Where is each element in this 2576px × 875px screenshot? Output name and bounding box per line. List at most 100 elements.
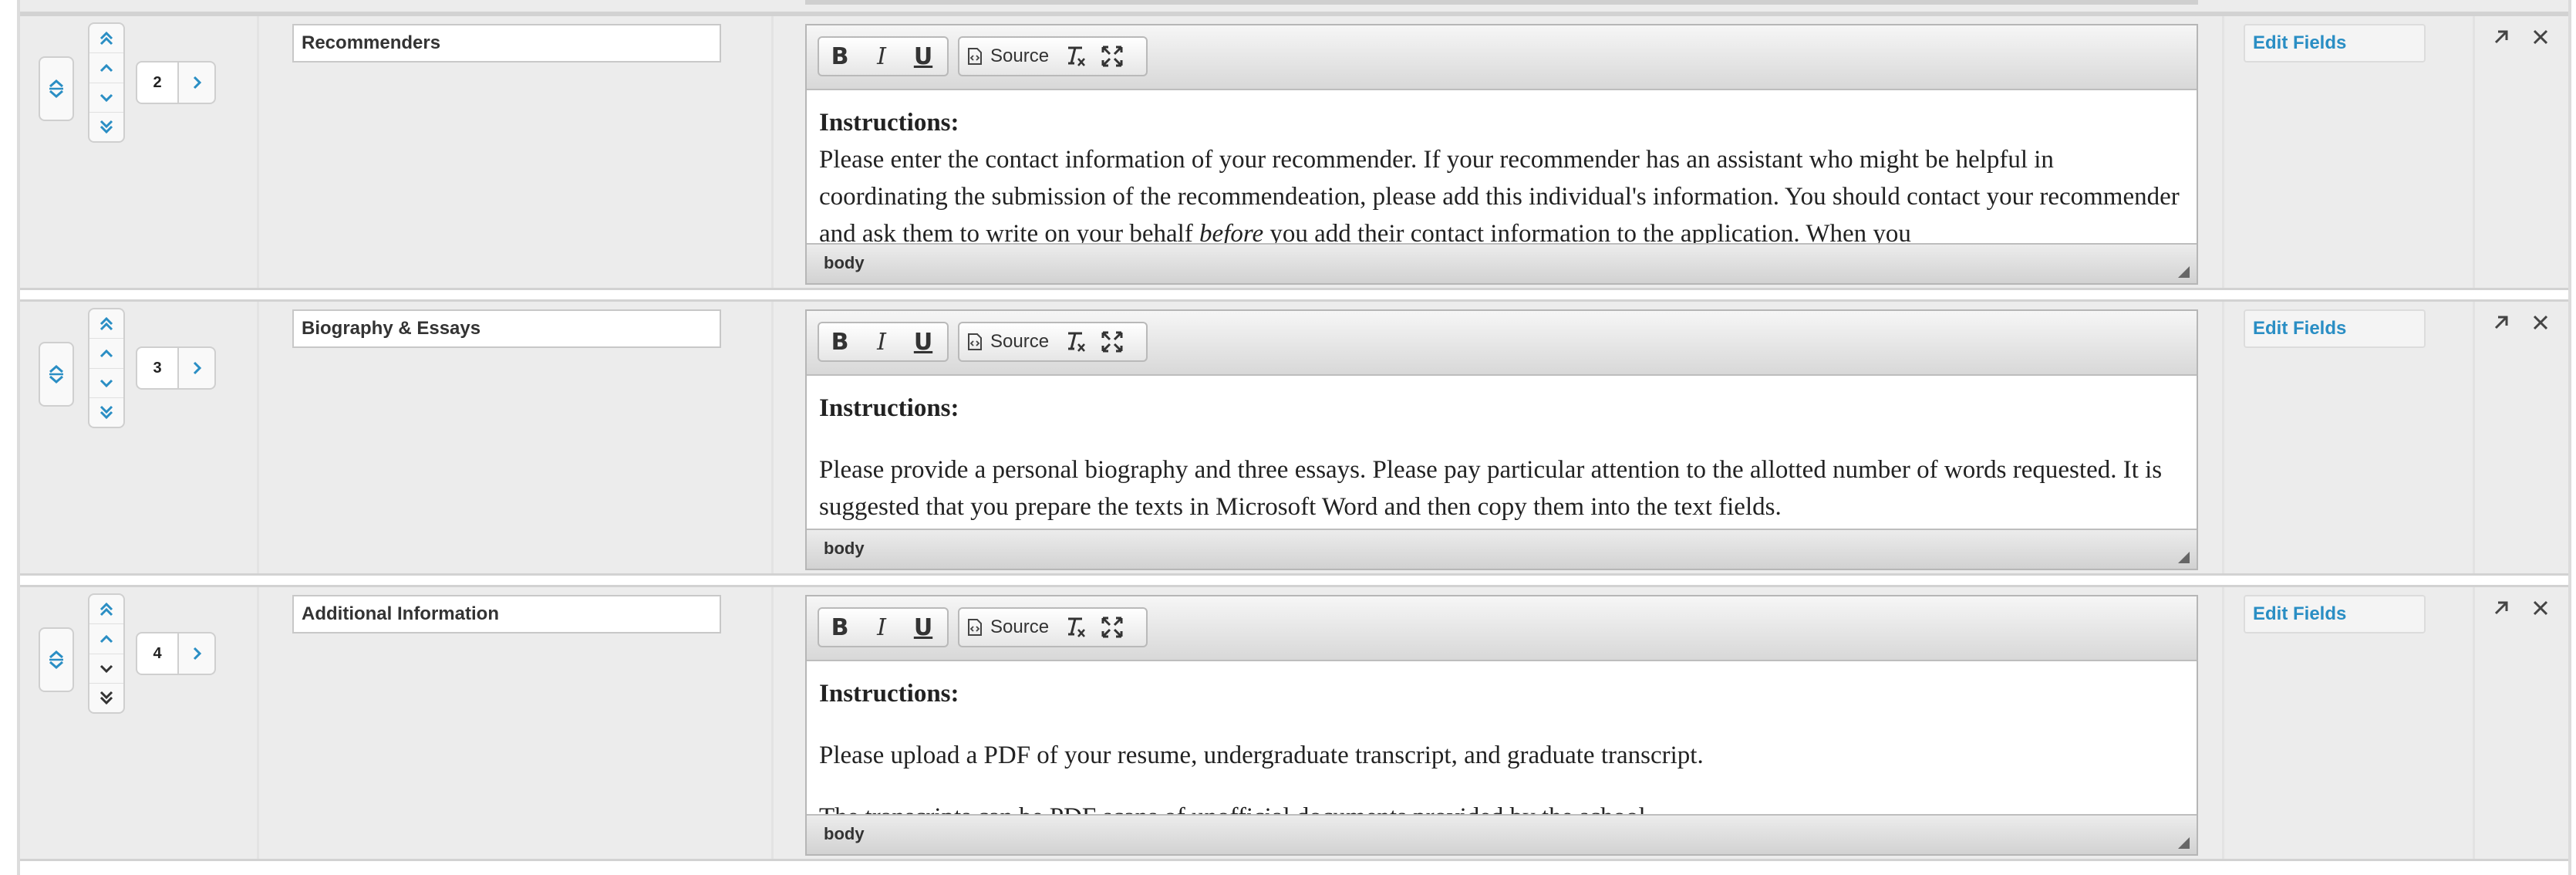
italic-button[interactable]: I xyxy=(861,610,902,644)
resize-grip-icon[interactable] xyxy=(2176,550,2190,564)
source-label: Source xyxy=(990,46,1050,66)
row-actions-cell xyxy=(2477,302,2568,573)
underline-button[interactable]: U xyxy=(902,39,944,73)
element-path-bar: body xyxy=(807,529,2197,569)
element-path-bar: body xyxy=(807,814,2197,854)
chevron-right-icon[interactable] xyxy=(177,61,216,104)
remove-format-icon[interactable] xyxy=(1057,610,1094,644)
maximize-icon[interactable] xyxy=(1094,39,1131,73)
close-icon[interactable] xyxy=(2531,28,2550,50)
external-link-icon[interactable] xyxy=(2491,312,2511,336)
basic-styles-group: B I U xyxy=(818,36,949,76)
italic-button[interactable]: I xyxy=(861,325,902,359)
external-link-icon[interactable] xyxy=(2491,27,2511,51)
section-name-cell xyxy=(261,587,774,859)
chevron-down-icon[interactable] xyxy=(89,654,123,684)
reorder-buttons xyxy=(88,308,125,428)
bold-button[interactable]: B xyxy=(819,325,861,359)
content-paragraph: The transcripts can be PDF scans of unof… xyxy=(819,799,2184,814)
close-icon[interactable] xyxy=(2531,599,2550,621)
maximize-icon[interactable] xyxy=(1094,325,1131,359)
edit-fields-button[interactable]: Edit Fields xyxy=(2244,24,2426,62)
section-name-input[interactable] xyxy=(292,309,721,348)
move-vertical-icon[interactable] xyxy=(39,627,74,692)
chevron-double-up-icon[interactable] xyxy=(89,309,123,340)
content-heading: Instructions: xyxy=(819,394,959,422)
editor-cell: B I U Source Instructions: Please provid… xyxy=(776,302,2224,573)
element-path-body[interactable]: body xyxy=(824,824,865,843)
source-icon xyxy=(968,333,982,350)
chevron-double-down-icon[interactable] xyxy=(89,398,123,427)
section-name-input[interactable] xyxy=(292,595,721,633)
resize-grip-icon[interactable] xyxy=(2176,836,2190,850)
bold-button[interactable]: B xyxy=(819,610,861,644)
document-tools-group: Source xyxy=(958,322,1148,362)
close-icon[interactable] xyxy=(2531,313,2550,336)
editor-toolbar: B I U Source xyxy=(807,596,2197,661)
resize-grip-icon[interactable] xyxy=(2176,265,2190,279)
chevron-double-up-icon[interactable] xyxy=(89,595,123,625)
basic-styles-group: B I U xyxy=(818,322,949,362)
chevron-double-up-icon[interactable] xyxy=(89,24,123,54)
order-controls-cell: 2 xyxy=(20,16,259,288)
chevron-up-icon[interactable] xyxy=(89,339,123,369)
chevron-double-down-icon[interactable] xyxy=(89,684,123,712)
editor-content[interactable]: Instructions: Please provide a personal … xyxy=(807,376,2197,529)
editor-toolbar: B I U Source xyxy=(807,25,2197,90)
chevron-up-icon[interactable] xyxy=(89,53,123,83)
element-path-body[interactable]: body xyxy=(824,253,865,272)
edit-fields-button[interactable]: Edit Fields xyxy=(2244,309,2426,348)
editor-cell: B I U Source Instructions: Please enter … xyxy=(776,16,2224,288)
source-button[interactable]: Source xyxy=(959,610,1057,644)
order-number[interactable]: 4 xyxy=(136,632,179,675)
underline-button[interactable]: U xyxy=(902,325,944,359)
chevron-up-icon[interactable] xyxy=(89,624,123,654)
reorder-buttons xyxy=(88,22,125,143)
move-vertical-icon[interactable] xyxy=(39,56,74,121)
section-name-cell xyxy=(261,16,774,288)
fields-cell: Edit Fields xyxy=(2227,302,2475,573)
right-frame-border xyxy=(2568,0,2571,875)
order-number[interactable]: 3 xyxy=(136,346,179,390)
remove-format-icon[interactable] xyxy=(1057,39,1094,73)
chevron-double-down-icon[interactable] xyxy=(89,113,123,141)
editor-content[interactable]: Instructions: Please enter the contact i… xyxy=(807,90,2197,243)
document-tools-group: Source xyxy=(958,36,1148,76)
basic-styles-group: B I U xyxy=(818,607,949,647)
source-button[interactable]: Source xyxy=(959,325,1057,359)
italic-button[interactable]: I xyxy=(861,39,902,73)
element-path-bar: body xyxy=(807,243,2197,283)
rich-text-editor: B I U Source Instructions: Please provid… xyxy=(805,309,2198,570)
underline-button[interactable]: U xyxy=(902,610,944,644)
element-path-body[interactable]: body xyxy=(824,539,865,558)
rich-text-editor: B I U Source Instructions: Please enter … xyxy=(805,24,2198,285)
chevron-down-icon[interactable] xyxy=(89,83,123,113)
move-vertical-icon[interactable] xyxy=(39,342,74,407)
bold-button[interactable]: B xyxy=(819,39,861,73)
section-name-input[interactable] xyxy=(292,24,721,62)
chevron-down-icon[interactable] xyxy=(89,369,123,398)
order-controls-cell: 4 xyxy=(20,587,259,859)
source-label: Source xyxy=(990,617,1050,637)
external-link-icon[interactable] xyxy=(2491,598,2511,622)
edit-fields-button[interactable]: Edit Fields xyxy=(2244,595,2426,633)
source-button[interactable]: Source xyxy=(959,39,1057,73)
source-label: Source xyxy=(990,331,1050,352)
chevron-right-icon[interactable] xyxy=(177,346,216,390)
maximize-icon[interactable] xyxy=(1094,610,1131,644)
content-emphasis: before xyxy=(1199,220,1264,243)
fields-cell: Edit Fields xyxy=(2227,587,2475,859)
order-number[interactable]: 2 xyxy=(136,61,179,104)
content-heading: Instructions: xyxy=(819,109,959,137)
section-row: 4 B I U Source xyxy=(20,585,2568,861)
editor-toolbar: B I U Source xyxy=(807,311,2197,376)
source-icon xyxy=(968,619,982,636)
content-paragraph: Please upload a PDF of your resume, unde… xyxy=(819,742,1704,769)
section-row: 3 B I U Source xyxy=(20,299,2568,576)
reorder-buttons xyxy=(88,593,125,714)
chevron-right-icon[interactable] xyxy=(177,632,216,675)
remove-format-icon[interactable] xyxy=(1057,325,1094,359)
row-actions-cell xyxy=(2477,16,2568,288)
order-controls-cell: 3 xyxy=(20,302,259,573)
editor-content[interactable]: Instructions: Please upload a PDF of you… xyxy=(807,661,2197,814)
